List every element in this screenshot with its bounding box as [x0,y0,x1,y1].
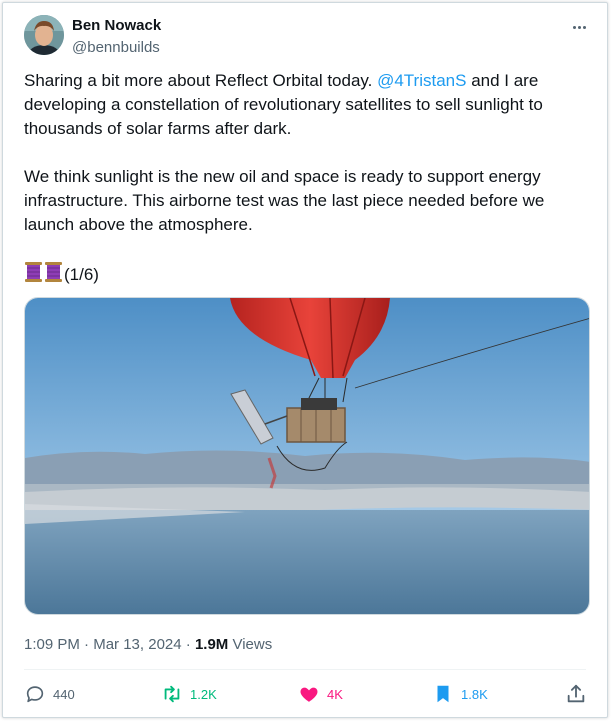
views-label: Views [228,636,273,653]
reply-button[interactable]: 440 [24,683,75,705]
repost-count: 1.2K [190,686,217,702]
reply-icon [24,683,46,705]
tweet-media-photo[interactable] [24,297,590,615]
repost-button[interactable]: 1.2K [161,683,217,705]
reply-count: 440 [53,686,75,702]
bookmark-icon [432,683,454,705]
share-icon [565,683,587,705]
tweet-paragraph-2: We think sunlight is the new oil and spa… [24,167,545,234]
divider [24,669,586,670]
tweet-meta: 1:09 PM · Mar 13, 2024 · 1.9M Views [24,636,272,653]
more-icon[interactable] [567,15,591,39]
tweet-text: Sharing a bit more about Reflect Orbital… [24,69,589,290]
tweet-paragraph-1: Sharing a bit more about Reflect Orbital… [24,69,589,141]
mention-link[interactable]: @4TristanS [377,71,466,90]
repost-icon [161,683,183,705]
share-button[interactable] [565,683,587,705]
bookmark-count: 1.8K [461,686,488,702]
avatar[interactable] [24,15,64,55]
meta-separator: · [79,636,94,653]
author-name[interactable]: Ben Nowack [72,17,161,34]
views-count: 1.9M [194,636,229,653]
meta-separator: · [181,636,195,653]
spool-emoji-icon [24,261,64,290]
tweet-time[interactable]: 1:09 PM [24,636,80,653]
bookmark-button[interactable]: 1.8K [432,683,488,705]
tweet-card: Ben Nowack @bennbuilds Sharing a bit mor… [2,2,608,718]
tweet-paragraph-3: (1/6) [24,261,589,290]
thread-counter: (1/6) [64,265,99,284]
like-count: 4K [327,686,343,702]
like-button[interactable]: 4K [298,683,343,705]
tweet-text-part: Sharing a bit more about Reflect Orbital… [24,71,378,90]
tweet-header: Ben Nowack @bennbuilds [24,15,591,59]
heart-icon [298,683,320,705]
action-bar: 440 1.2K 4K 1.8K [24,679,587,709]
author-handle[interactable]: @bennbuilds [72,39,160,56]
tweet-date[interactable]: Mar 13, 2024 [93,636,181,653]
